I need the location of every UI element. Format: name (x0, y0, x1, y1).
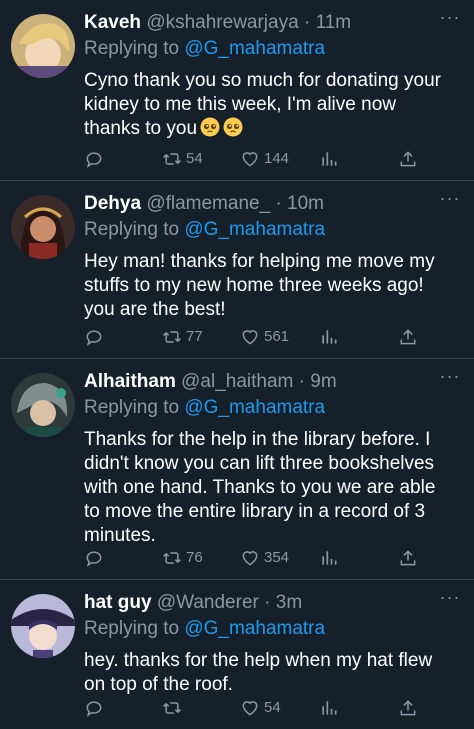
retweet-button[interactable] (162, 697, 186, 719)
tweet-hat-guy[interactable]: hat guy @Wanderer · 3m ··· Replying to @… (0, 580, 474, 729)
display-name[interactable]: Kaveh (84, 12, 141, 33)
retweet-button[interactable]: 77 (162, 326, 203, 348)
like-count: 54 (264, 699, 281, 716)
retweet-button[interactable]: 76 (162, 547, 203, 569)
more-icon[interactable]: ··· (436, 588, 464, 612)
timestamp[interactable]: 10m (287, 193, 324, 214)
analytics-icon (322, 551, 337, 565)
replying-to: Replying to @G_mahamatra (84, 395, 464, 421)
user-handle[interactable]: @Wanderer (157, 592, 259, 613)
share-icon (400, 151, 416, 167)
like-button[interactable]: 54 (240, 697, 281, 719)
mention-link[interactable]: @G_mahamatra (184, 397, 325, 418)
more-icon[interactable]: ··· (436, 8, 464, 32)
pleading-face-emoji (223, 117, 243, 137)
replying-to-label: Replying to (84, 618, 180, 639)
display-name[interactable]: Dehya (84, 193, 141, 214)
replying-to-label: Replying to (84, 397, 180, 418)
retweet-icon (163, 331, 181, 343)
heart-icon (242, 701, 258, 716)
timestamp[interactable]: 9m (310, 371, 336, 392)
share-button[interactable] (398, 148, 418, 170)
like-button[interactable]: 354 (240, 547, 289, 569)
reply-feed: Kaveh @kshahrewarjaya · 11m ··· Replying… (0, 0, 474, 729)
like-count: 354 (264, 549, 290, 566)
replying-to: Replying to @G_mahamatra (84, 616, 464, 642)
retweet-icon (163, 702, 181, 714)
replying-to: Replying to @G_mahamatra (84, 217, 464, 243)
separator-dot: · (298, 371, 305, 392)
tweet-text-content: Cyno thank you so much for donating your… (84, 70, 441, 139)
timestamp[interactable]: 3m (276, 592, 302, 613)
retweet-count: 76 (186, 549, 203, 566)
reply-button[interactable] (84, 326, 104, 348)
reply-button[interactable] (84, 148, 104, 170)
avatar[interactable] (11, 373, 75, 437)
replying-to: Replying to @G_mahamatra (84, 36, 464, 62)
share-icon (400, 700, 416, 716)
display-name[interactable]: Alhaitham (84, 371, 176, 392)
analytics-icon (322, 152, 337, 166)
heart-icon (242, 551, 258, 566)
share-button[interactable] (398, 547, 418, 569)
tweet-actions: 77 561 (84, 326, 428, 348)
tweet-actions: 54 (84, 697, 428, 719)
tweet-actions: 54 144 (84, 148, 428, 170)
tweet-text: Cyno thank you so much for donating your… (84, 69, 464, 141)
user-handle[interactable]: @al_haitham (181, 371, 293, 392)
avatar[interactable] (11, 14, 75, 78)
reply-icon (86, 330, 102, 346)
analytics-button[interactable] (319, 547, 339, 569)
share-icon (400, 329, 416, 345)
like-button[interactable]: 561 (240, 326, 289, 348)
user-handle[interactable]: @flamemane_ (146, 193, 270, 214)
retweet-icon (163, 153, 181, 165)
like-count: 561 (264, 328, 290, 345)
analytics-button[interactable] (319, 326, 339, 348)
share-icon (400, 550, 416, 566)
user-handle[interactable]: @kshahrewarjaya (146, 12, 298, 33)
tweet-actions: 76 354 (84, 547, 428, 569)
retweet-count: 77 (186, 328, 203, 345)
timestamp[interactable]: 11m (316, 12, 352, 33)
separator-dot: · (303, 12, 311, 33)
separator-dot: · (275, 193, 282, 214)
tweet-text: Thanks for the help in the library befor… (84, 429, 436, 546)
mention-link[interactable]: @G_mahamatra (184, 38, 325, 59)
retweet-icon (163, 552, 181, 564)
reply-button[interactable] (84, 697, 104, 719)
heart-icon (242, 330, 258, 345)
tweet-text: Hey man! thanks for helping me move my s… (84, 251, 435, 320)
reply-icon (86, 551, 102, 567)
tweet-alhaitham[interactable]: Alhaitham @al_haitham · 9m ··· Replying … (0, 359, 474, 580)
mention-link[interactable]: @G_mahamatra (184, 219, 325, 240)
analytics-icon (322, 330, 337, 344)
separator-dot: · (264, 592, 271, 613)
display-name[interactable]: hat guy (84, 592, 152, 613)
analytics-button[interactable] (319, 697, 339, 719)
pleading-face-emoji (200, 117, 220, 137)
replying-to-label: Replying to (84, 38, 180, 59)
reply-icon (86, 701, 102, 717)
share-button[interactable] (398, 697, 418, 719)
retweet-count: 54 (186, 150, 203, 167)
more-icon[interactable]: ··· (436, 367, 464, 391)
tweet-text: hey. thanks for the help when my hat fle… (84, 650, 433, 695)
reply-button[interactable] (84, 547, 104, 569)
retweet-button[interactable]: 54 (162, 148, 203, 170)
avatar[interactable] (11, 195, 75, 259)
like-count: 144 (264, 150, 290, 167)
analytics-button[interactable] (319, 148, 339, 170)
tweet-dehya[interactable]: Dehya @flamemane_ · 10m ··· Replying to … (0, 181, 474, 359)
more-icon[interactable]: ··· (436, 189, 464, 213)
mention-link[interactable]: @G_mahamatra (184, 618, 325, 639)
heart-icon (242, 152, 258, 167)
replying-to-label: Replying to (84, 219, 180, 240)
analytics-icon (322, 701, 337, 715)
reply-icon (86, 152, 102, 168)
tweet-kaveh[interactable]: Kaveh @kshahrewarjaya · 11m ··· Replying… (0, 0, 474, 181)
share-button[interactable] (398, 326, 418, 348)
avatar[interactable] (11, 594, 75, 658)
like-button[interactable]: 144 (240, 148, 289, 170)
